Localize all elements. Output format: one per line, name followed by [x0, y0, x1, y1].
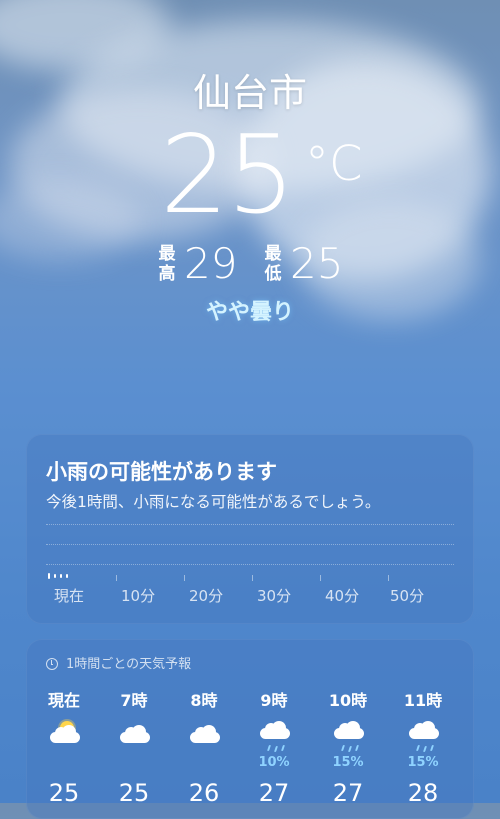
hour-column[interactable]: 10時 15% 27	[318, 687, 378, 807]
time-label-30: 30分	[257, 587, 292, 605]
grid-line	[46, 524, 454, 525]
hour-label: 7時	[120, 691, 148, 710]
temperature-value: 25	[160, 113, 295, 238]
hour-label: 9時	[260, 691, 288, 710]
low-value: 25	[290, 239, 344, 288]
time-label-10: 10分	[121, 587, 156, 605]
current-temperature: 25 °C	[0, 118, 500, 234]
hour-column[interactable]: 7時 25	[104, 687, 164, 807]
hour-label: 10時	[328, 691, 368, 710]
precip-chance: 15%	[332, 755, 364, 770]
partly-cloudy-day-icon	[34, 721, 94, 755]
cloud-rain-icon	[393, 721, 453, 755]
precip-chance	[34, 755, 94, 771]
hourly-forecast-card[interactable]: 1時間ごとの天気予報 現在 25 7時 25 8時 26 9時 10% 27 1…	[26, 639, 474, 819]
precip-chance	[104, 755, 164, 771]
current-weather-header: 仙台市 25 °C 最高 29 最低 25 やや曇り	[0, 0, 500, 340]
high-low: 最高 29 最低 25	[0, 240, 500, 288]
time-label-50: 50分	[390, 587, 425, 605]
grid-line	[46, 564, 454, 565]
precip-chance: 15%	[407, 755, 439, 770]
hour-column[interactable]: 現在 25	[34, 687, 94, 807]
hour-label: 8時	[190, 691, 218, 710]
time-label-40: 40分	[325, 587, 360, 605]
hour-label: 現在	[47, 691, 80, 710]
high-value: 29	[184, 239, 238, 288]
grid-line	[46, 544, 454, 545]
temperature-unit: °C	[305, 136, 363, 192]
cloud-rain-icon	[318, 721, 378, 755]
rain-card-subtitle: 今後1時間、小雨になる可能性があるでしょう。	[46, 493, 381, 511]
hourly-forecast-header: 1時間ごとの天気予報	[46, 653, 191, 672]
high-label: 最高	[158, 244, 176, 284]
precip-chance: 10%	[258, 755, 290, 770]
precipitation-card[interactable]: 小雨の可能性があります 今後1時間、小雨になる可能性があるでしょう。 現在 10…	[26, 434, 474, 624]
cloud-rain-icon	[244, 721, 304, 755]
condition-text: やや曇り	[205, 300, 294, 325]
hour-label: 11時	[403, 691, 443, 710]
cloud-icon	[174, 721, 234, 755]
time-label-now: 現在	[54, 587, 85, 605]
rain-card-title: 小雨の可能性があります	[46, 460, 277, 484]
hour-column[interactable]: 9時 10% 27	[244, 687, 304, 807]
cloud-icon	[104, 721, 164, 755]
clock-icon	[46, 658, 58, 670]
hourly-forecast-title: 1時間ごとの天気予報	[66, 657, 192, 672]
time-label-20: 20分	[189, 587, 224, 605]
city-name: 仙台市	[192, 71, 307, 115]
hour-column[interactable]: 8時 26	[174, 687, 234, 807]
hour-column[interactable]: 11時 15% 28	[393, 687, 453, 807]
precip-chance	[174, 755, 234, 771]
low-label: 最低	[264, 244, 282, 284]
